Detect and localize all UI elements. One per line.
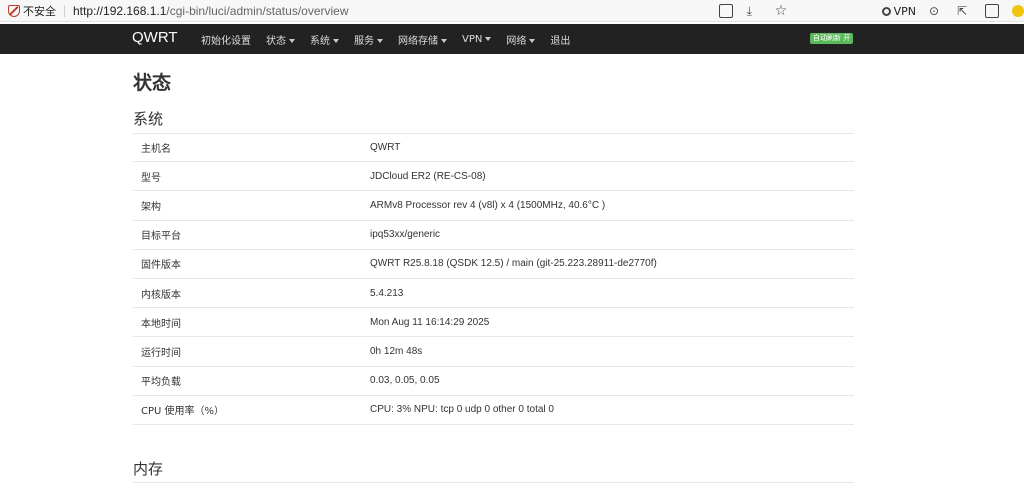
browser-toolbar: ⤓ ☆ VPN ⊙ ⇱ — [712, 0, 1024, 22]
menu-item-label: 网络存储 — [398, 35, 438, 47]
not-secure-icon — [8, 4, 20, 17]
section-divider — [133, 482, 854, 483]
menu-item-label: VPN — [462, 33, 483, 45]
row-label: 型号 — [141, 172, 161, 184]
table-row: 固件版本 QWRT R25.8.18 (QSDK 12.5) / main (gi… — [133, 250, 854, 279]
caret-down-icon — [377, 38, 383, 43]
table-row: 运行时间 0h 12m 48s — [133, 337, 854, 367]
menu-item-label: 退出 — [550, 35, 571, 47]
row-value: JDCloud ER2 (RE-CS-08) — [370, 170, 486, 182]
menu-item[interactable]: 初始化设置 — [201, 32, 251, 47]
menu-item-label: 系统 — [310, 35, 330, 47]
row-value: QWRT — [370, 142, 401, 154]
row-label: 平均负载 — [141, 377, 181, 389]
table-row: 型号 JDCloud ER2 (RE-CS-08) — [133, 162, 854, 192]
row-label: 本地时间 — [141, 318, 181, 330]
menu-item[interactable]: 网络存储 — [398, 32, 447, 47]
download-icon[interactable]: ⤓ — [747, 4, 761, 18]
top-navbar: QWRT 初始化设置 状态 系统 服务 网络存储 VPN 网络 退出 自动刷新 开 — [0, 24, 1024, 54]
row-label: 内核版本 — [141, 289, 181, 301]
table-row: 内核版本 5.4.213 — [133, 279, 854, 309]
menu-item[interactable]: 服务 — [354, 32, 383, 47]
row-label: 架构 — [141, 201, 161, 213]
caret-down-icon — [529, 38, 536, 43]
auto-refresh-toggle[interactable]: 自动刷新 开 — [810, 33, 854, 44]
system-info-table: 主机名 QWRT 型号 JDCloud ER2 (RE-CS-08) 架构 ARMv8 P… — [133, 133, 854, 425]
caret-down-icon — [441, 38, 447, 43]
table-row: 平均负载 0.03, 0.05, 0.05 — [133, 367, 854, 396]
vpn-label: VPN — [893, 4, 916, 18]
table-row: 目标平台 ipq53xx/generic — [133, 221, 854, 250]
divider — [64, 4, 65, 17]
row-label: 固件版本 — [141, 260, 181, 272]
extension-icon[interactable]: ⊙ — [929, 4, 943, 18]
main-menu: 初始化设置 状态 系统 服务 网络存储 VPN 网络 退出 — [201, 24, 585, 54]
url-host: http://192.168.1.1 — [73, 3, 167, 18]
profile-icon[interactable] — [985, 4, 999, 18]
row-label: CPU 使用率（%） — [141, 406, 225, 418]
caret-down-icon — [289, 38, 295, 43]
page-title: 状态 — [133, 72, 172, 94]
row-value: ARMv8 Processor rev 4 (v8l) x 4 (1500MHz… — [370, 199, 606, 211]
menu-item-label: 服务 — [354, 35, 374, 47]
row-label: 主机名 — [141, 144, 171, 156]
browser-address-bar: 不安全 http://192.168.1.1/cgi-bin/luci/admi… — [0, 0, 1024, 22]
section-title-memory: 内存 — [133, 460, 164, 478]
menu-item[interactable]: 系统 — [310, 32, 339, 47]
table-row: CPU 使用率（%） CPU: 3% NPU: tcp 0 udp 0 other… — [133, 396, 854, 425]
vpn-icon — [881, 6, 891, 16]
row-value: Mon Aug 11 16:14:29 2025 — [370, 316, 490, 328]
row-value: QWRT R25.8.18 (QSDK 12.5) / main (git-25… — [370, 258, 657, 270]
section-title-system: 系统 — [133, 110, 164, 128]
table-row: 本地时间 Mon Aug 11 16:14:29 2025 — [133, 308, 854, 338]
row-value: 0.03, 0.05, 0.05 — [370, 375, 440, 387]
menu-item[interactable]: 网络 — [506, 32, 536, 47]
row-value: 0h 12m 48s — [370, 345, 423, 357]
security-indicator[interactable]: 不安全 — [8, 3, 56, 19]
menu-item-label: 初始化设置 — [201, 35, 251, 47]
vpn-button[interactable]: VPN — [881, 4, 916, 18]
avatar[interactable] — [1012, 5, 1024, 17]
url-field[interactable]: http://192.168.1.1/cgi-bin/luci/admin/st… — [73, 4, 349, 18]
row-value: ipq53xx/generic — [370, 229, 441, 241]
menu-item[interactable]: VPN — [462, 33, 492, 45]
url-path: /cgi-bin/luci/admin/status/overview — [166, 3, 349, 18]
row-label: 运行时间 — [141, 347, 181, 359]
caret-down-icon — [333, 38, 339, 43]
menu-item[interactable]: 状态 — [266, 32, 295, 47]
row-label: 目标平台 — [141, 231, 181, 243]
row-value: CPU: 3% NPU: tcp 0 udp 0 other 0 total 0 — [370, 404, 554, 416]
menu-item-label: 网络 — [506, 35, 527, 47]
menu-item[interactable]: 退出 — [550, 32, 570, 47]
install-app-icon[interactable] — [718, 4, 733, 18]
share-icon[interactable]: ⇱ — [957, 4, 971, 18]
bookmark-star-icon[interactable]: ☆ — [775, 4, 789, 18]
table-row: 架构 ARMv8 Processor rev 4 (v8l) x 4 (1500M… — [133, 191, 854, 221]
caret-down-icon — [485, 36, 492, 41]
row-value: 5.4.213 — [370, 287, 404, 299]
security-label: 不安全 — [23, 4, 56, 18]
brand-logo[interactable]: QWRT — [132, 29, 178, 46]
table-row: 主机名 QWRT — [133, 133, 854, 163]
menu-item-label: 状态 — [266, 35, 286, 47]
